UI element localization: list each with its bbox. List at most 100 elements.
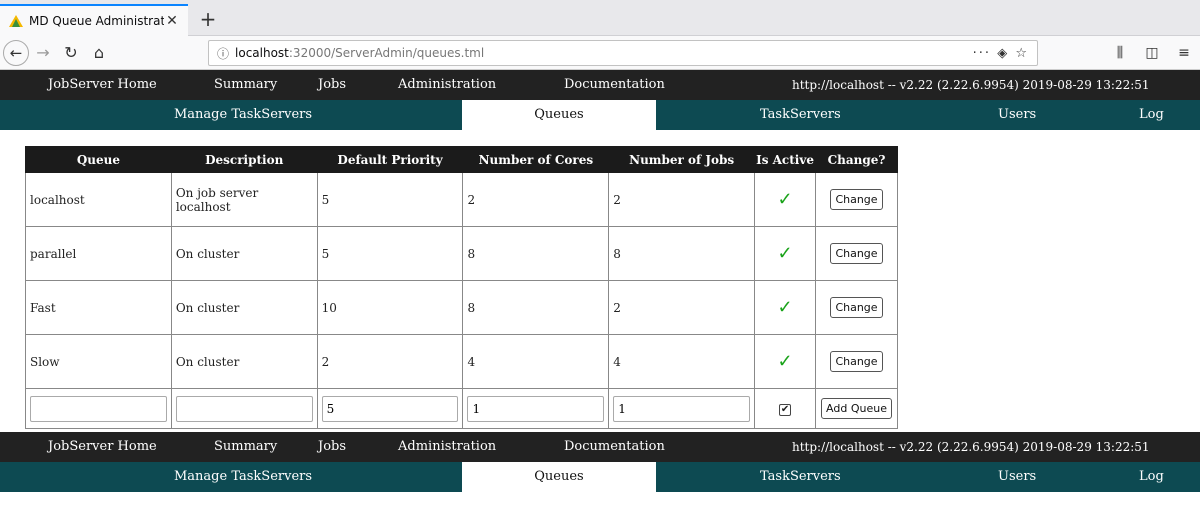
tab-manage-taskservers[interactable]: Manage TaskServers bbox=[174, 462, 312, 492]
cell-description: On cluster bbox=[170, 334, 318, 389]
page-actions-icon[interactable]: ··· ◈ ☆ bbox=[973, 46, 1029, 61]
tab-log[interactable]: Log bbox=[1139, 100, 1164, 130]
sub-nav: Manage TaskServers Queues TaskServers Us… bbox=[0, 100, 1200, 130]
reload-icon[interactable]: ↻ bbox=[57, 39, 85, 67]
sub-nav-bottom: Manage TaskServers Queues TaskServers Us… bbox=[0, 462, 1200, 492]
tab-manage-taskservers[interactable]: Manage TaskServers bbox=[174, 100, 312, 130]
cell-active: ✓ bbox=[754, 172, 816, 227]
header-queue: Queue bbox=[25, 146, 172, 173]
forward-icon[interactable]: → bbox=[29, 39, 57, 67]
tab-users[interactable]: Users bbox=[998, 100, 1036, 130]
active-check-icon: ✓ bbox=[777, 297, 793, 318]
change-button[interactable]: Change bbox=[830, 243, 883, 264]
cell-cores: 4 bbox=[462, 334, 610, 389]
cell-change: Change bbox=[815, 280, 898, 335]
nav-jobserver-home[interactable]: JobServer Home bbox=[48, 432, 157, 462]
tab-queues[interactable]: Queues bbox=[462, 462, 656, 492]
cell-priority: 5 bbox=[316, 172, 464, 227]
new-queue-priority-input[interactable] bbox=[321, 395, 459, 422]
table-row: Fast On cluster 10 8 2 ✓ Change bbox=[25, 280, 898, 335]
library-icon[interactable]: ⫼ bbox=[1104, 45, 1136, 61]
new-add-cell: Add Queue bbox=[815, 388, 898, 429]
home-icon[interactable]: ⌂ bbox=[85, 39, 113, 67]
nav-jobserver-home[interactable]: JobServer Home bbox=[48, 70, 157, 100]
new-active-cell: ✔ bbox=[754, 388, 816, 429]
new-queue-name-input[interactable] bbox=[30, 395, 167, 422]
cell-active: ✓ bbox=[754, 334, 816, 389]
cell-cores: 8 bbox=[462, 226, 610, 281]
new-cores-cell bbox=[462, 388, 610, 429]
cell-cores: 2 bbox=[462, 172, 610, 227]
sidebar-icon[interactable]: ◫ bbox=[1136, 45, 1168, 61]
queues-table: Queue Description Default Priority Numbe… bbox=[25, 146, 898, 429]
table-row: Slow On cluster 2 4 4 ✓ Change bbox=[25, 334, 898, 389]
toolbar-right: ⫼ ◫ ≡ bbox=[1104, 36, 1200, 70]
cell-priority: 2 bbox=[316, 334, 464, 389]
server-info: http://localhost -- v2.22 (2.22.6.9954) … bbox=[792, 78, 1150, 92]
server-info: http://localhost -- v2.22 (2.22.6.9954) … bbox=[792, 440, 1150, 454]
new-queue-row: ✔ Add Queue bbox=[25, 388, 898, 429]
browser-tab[interactable]: MD Queue Administration ✕ bbox=[0, 4, 188, 36]
cell-description: On cluster bbox=[170, 226, 318, 281]
cell-description: On cluster bbox=[170, 280, 318, 335]
nav-administration[interactable]: Administration bbox=[398, 70, 496, 100]
cell-active: ✓ bbox=[754, 280, 816, 335]
url-bar[interactable]: ⓘ localhost :32000/ServerAdmin/queues.tm… bbox=[208, 40, 1038, 66]
cell-change: Change bbox=[815, 172, 898, 227]
cell-priority: 5 bbox=[316, 226, 464, 281]
nav-jobs[interactable]: Jobs bbox=[318, 70, 346, 100]
nav-administration[interactable]: Administration bbox=[398, 432, 496, 462]
header-change: Change? bbox=[815, 146, 898, 173]
browser-tabbar: MD Queue Administration ✕ + bbox=[0, 0, 1200, 36]
nav-jobs[interactable]: Jobs bbox=[318, 432, 346, 462]
cell-active: ✓ bbox=[754, 226, 816, 281]
menu-icon[interactable]: ≡ bbox=[1168, 45, 1200, 61]
info-icon[interactable]: ⓘ bbox=[217, 45, 229, 62]
cell-jobs: 8 bbox=[608, 226, 756, 281]
change-button[interactable]: Change bbox=[830, 351, 883, 372]
active-check-icon: ✓ bbox=[777, 243, 793, 264]
table-row: parallel On cluster 5 8 8 ✓ Change bbox=[25, 226, 898, 281]
new-queue-description-input[interactable] bbox=[175, 395, 313, 422]
url-path: :32000/ServerAdmin/queues.tml bbox=[288, 46, 485, 60]
tab-title: MD Queue Administration bbox=[29, 14, 164, 28]
new-jobs-cell bbox=[608, 388, 756, 429]
change-button[interactable]: Change bbox=[830, 297, 883, 318]
new-queue-jobs-input[interactable] bbox=[613, 395, 751, 422]
new-description-cell bbox=[170, 388, 318, 429]
close-tab-icon[interactable]: ✕ bbox=[164, 13, 180, 29]
cell-description: On job server localhost bbox=[170, 172, 318, 227]
new-queue-cores-input[interactable] bbox=[467, 395, 605, 422]
queues-content: Queue Description Default Priority Numbe… bbox=[0, 130, 1200, 432]
main-nav: JobServer Home Summary Jobs Administrati… bbox=[0, 70, 1200, 100]
header-number-of-jobs: Number of Jobs bbox=[608, 146, 756, 173]
table-row: localhost On job server localhost 5 2 2 … bbox=[25, 172, 898, 227]
tab-taskservers[interactable]: TaskServers bbox=[760, 100, 841, 130]
cell-jobs: 4 bbox=[608, 334, 756, 389]
header-is-active: Is Active bbox=[754, 146, 816, 173]
browser-navbar: ← → ↻ ⌂ ⓘ localhost :32000/ServerAdmin/q… bbox=[0, 36, 1200, 70]
cell-jobs: 2 bbox=[608, 172, 756, 227]
new-queue-cell bbox=[25, 388, 172, 429]
new-tab-icon[interactable]: + bbox=[196, 7, 220, 31]
change-button[interactable]: Change bbox=[830, 189, 883, 210]
tab-log[interactable]: Log bbox=[1139, 462, 1164, 492]
tab-users[interactable]: Users bbox=[998, 462, 1036, 492]
add-queue-button[interactable]: Add Queue bbox=[821, 398, 892, 419]
url-host: localhost bbox=[235, 46, 289, 60]
nav-summary[interactable]: Summary bbox=[214, 70, 277, 100]
active-check-icon: ✓ bbox=[777, 351, 793, 372]
tab-queues[interactable]: Queues bbox=[462, 100, 656, 130]
cell-queue: parallel bbox=[25, 226, 172, 281]
cell-queue: Slow bbox=[25, 334, 172, 389]
new-priority-cell bbox=[316, 388, 464, 429]
cell-priority: 10 bbox=[316, 280, 464, 335]
cell-cores: 8 bbox=[462, 280, 610, 335]
nav-documentation[interactable]: Documentation bbox=[564, 70, 665, 100]
nav-summary[interactable]: Summary bbox=[214, 432, 277, 462]
tab-taskservers[interactable]: TaskServers bbox=[760, 462, 841, 492]
new-queue-active-checkbox[interactable]: ✔ bbox=[779, 404, 792, 416]
nav-documentation[interactable]: Documentation bbox=[564, 432, 665, 462]
back-icon[interactable]: ← bbox=[3, 39, 29, 66]
main-nav-bottom: JobServer Home Summary Jobs Administrati… bbox=[0, 432, 1200, 462]
